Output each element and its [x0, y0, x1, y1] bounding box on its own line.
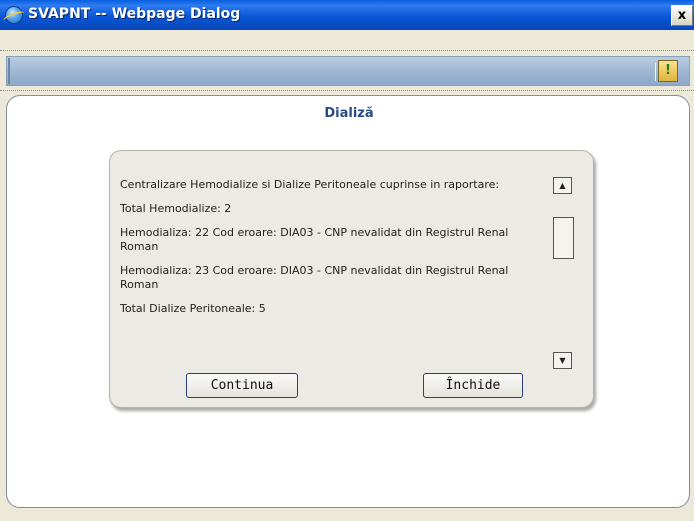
toolbar-separator [655, 63, 656, 81]
message-line: Centralizare Hemodialize si Dialize Peri… [120, 178, 500, 191]
close-window-button[interactable]: x [671, 5, 693, 26]
message-content: Centralizare Hemodialize si Dialize Peri… [120, 178, 540, 368]
scroll-down-icon[interactable]: ▼ [553, 352, 572, 369]
panel-title: Dializă [324, 106, 374, 121]
internet-explorer-icon [5, 6, 23, 24]
close-button[interactable]: Închide [423, 373, 523, 398]
window-title: SVAPNT -- Webpage Dialog [28, 6, 241, 22]
message-line: Hemodializa: 23 Cod eroare: DIA03 - CNP … [120, 264, 509, 291]
continue-button[interactable]: Continua [186, 373, 298, 398]
divider [0, 90, 694, 91]
message-line: Total Dialize Peritoneale: 5 [120, 302, 266, 315]
divider [0, 50, 694, 51]
help-icon[interactable]: ! [658, 60, 678, 82]
message-box: Centralizare Hemodialize si Dialize Peri… [109, 150, 594, 408]
message-line: Hemodializa: 22 Cod eroare: DIA03 - CNP … [120, 226, 509, 253]
message-scrollbar[interactable]: ▲ ▼ [553, 177, 574, 369]
toolbar: ! [6, 56, 690, 86]
message-line: Total Hemodialize: 2 [120, 202, 232, 215]
window-title-bar[interactable]: SVAPNT -- Webpage Dialog x [0, 0, 694, 30]
scroll-up-icon[interactable]: ▲ [553, 177, 572, 194]
dialog-body: ! Dializă Centralizare Hemodialize si Di… [0, 30, 694, 521]
main-panel: Dializă Centralizare Hemodialize si Dial… [6, 95, 690, 508]
scroll-thumb[interactable] [553, 217, 574, 259]
